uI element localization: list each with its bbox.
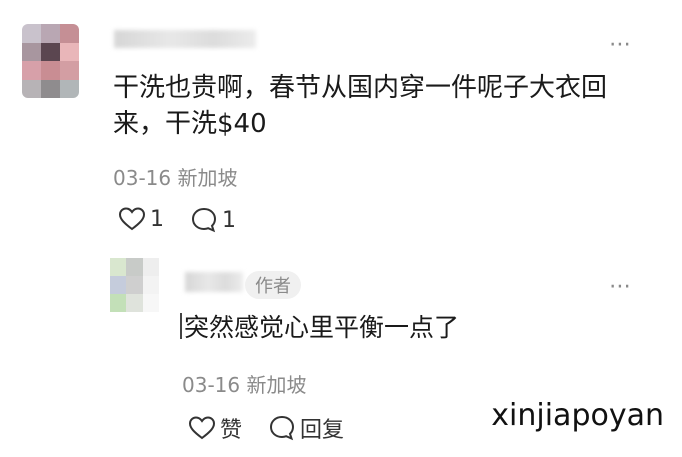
comment-content: 干洗也贵啊，春节从国内穿一件呢子大衣回 来，干洗$40 — [113, 70, 607, 142]
text-cursor — [180, 313, 182, 339]
comment-meta: 03-16 新加坡 — [113, 166, 238, 190]
like-label: 赞 — [220, 418, 243, 443]
comment-bubble-icon — [268, 414, 296, 442]
reply-count: 1 — [222, 207, 236, 233]
heart-icon — [118, 206, 146, 232]
commenter-name-blurred[interactable] — [114, 30, 256, 48]
like-count: 1 — [150, 206, 164, 232]
watermark-text: xinjiapoyan — [491, 398, 664, 433]
more-dots-icon[interactable]: ⋯ — [609, 276, 632, 298]
comment-content-line: 干洗也贵啊，春节从国内穿一件呢子大衣回 — [113, 73, 608, 103]
author-name-blurred[interactable] — [185, 272, 243, 292]
reply-content: 突然感觉心里平衡一点了 — [184, 313, 460, 342]
author-avatar[interactable] — [110, 258, 159, 312]
heart-icon — [188, 415, 216, 441]
comment-content-line: 来，干洗$40 — [113, 109, 267, 139]
commenter-avatar[interactable] — [22, 24, 79, 98]
reply-button[interactable]: 回复 — [268, 412, 344, 444]
reply-count-button[interactable]: 1 — [190, 206, 236, 234]
comment-bubble-icon — [190, 206, 218, 234]
reply-meta: 03-16 新加坡 — [182, 373, 307, 397]
more-dots-icon[interactable]: ⋯ — [609, 34, 632, 56]
like-button[interactable]: 赞 — [188, 412, 242, 444]
like-button[interactable]: 1 — [118, 206, 164, 232]
author-badge: 作者 — [245, 271, 301, 299]
reply-label: 回复 — [300, 418, 345, 443]
